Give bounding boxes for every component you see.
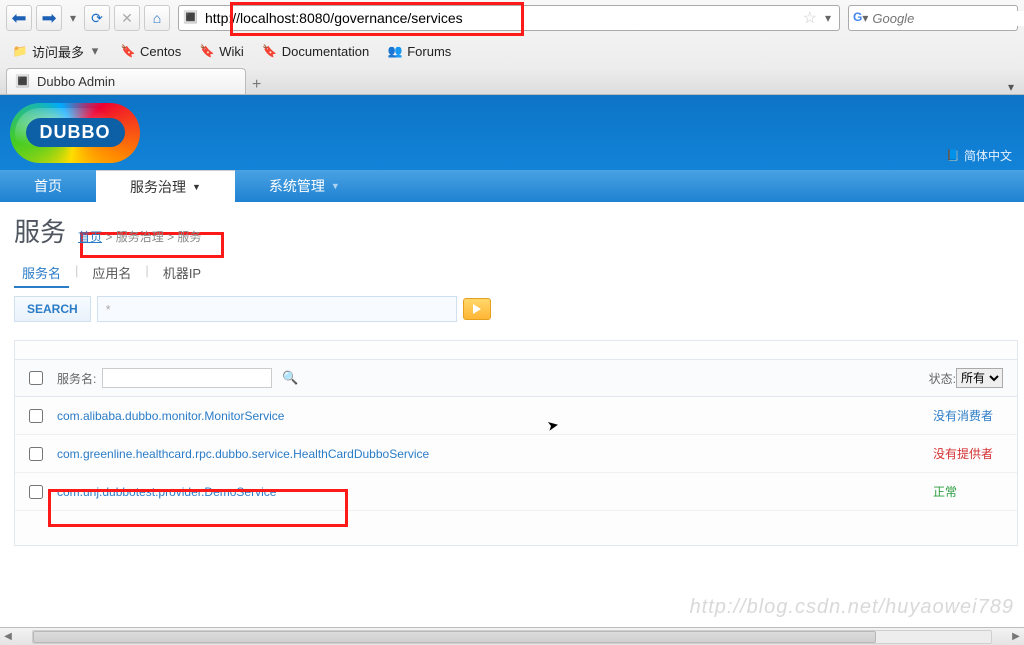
subtab-service-name[interactable]: 服务名	[14, 259, 69, 288]
service-link[interactable]: com.unj.dubbotest.provider.DemoService	[57, 485, 933, 499]
page-icon: 🔖	[120, 43, 136, 59]
service-filter-input[interactable]	[102, 368, 272, 388]
service-link[interactable]: com.alibaba.dubbo.monitor.MonitorService	[57, 409, 933, 423]
page-header: 服务 首页 > 服务治理 > 服务	[14, 212, 1024, 249]
chevron-down-icon: ▼	[331, 181, 340, 191]
select-all-checkbox[interactable]	[29, 371, 43, 385]
table-row: com.greenline.healthcard.rpc.dubbo.servi…	[15, 435, 1017, 473]
table-row: com.alibaba.dubbo.monitor.MonitorService…	[15, 397, 1017, 435]
search-icon[interactable]: 🔍	[282, 370, 298, 386]
row-checkbox[interactable]	[29, 447, 43, 461]
table-row: com.unj.dubbotest.provider.DemoService正常	[15, 473, 1017, 511]
status-badge: 正常	[933, 483, 1003, 500]
bookmark-star-icon[interactable]: ☆	[803, 8, 817, 28]
subtab-app-name[interactable]: 应用名	[84, 259, 139, 288]
browser-toolbar: ⬅ ➡ ▾ ⟳ ✕ ⌂ 🔳 ☆ ▾ G ▾ 🔍	[0, 0, 1024, 36]
col-service-name: 服务名:	[57, 370, 96, 387]
bookmark-centos[interactable]: 🔖Centos	[116, 41, 185, 61]
top-nav: 首页 服务治理▼ 系统管理▼	[0, 170, 1024, 202]
breadcrumb: 首页 > 服务治理 > 服务	[78, 228, 201, 245]
watermark-text: http://blog.csdn.net/huyaowei789	[690, 596, 1014, 619]
crumb-home[interactable]: 首页	[78, 230, 102, 244]
folder-icon: 📁	[12, 43, 28, 59]
chevron-down-icon: ▼	[192, 182, 201, 192]
crumb-gov: 服务治理	[116, 230, 164, 244]
forums-icon: 👥	[387, 43, 403, 59]
search-label: SEARCH	[14, 296, 91, 322]
nav-home[interactable]: 首页	[0, 170, 96, 202]
language-switch[interactable]: 📘 简体中文	[946, 147, 1012, 164]
status-badge: 没有提供者	[933, 445, 1003, 462]
status-filter-select[interactable]: 所有	[956, 368, 1003, 388]
scroll-thumb[interactable]	[33, 631, 876, 643]
google-icon: G	[853, 10, 862, 26]
app-banner: DUBBO 📘 简体中文	[0, 95, 1024, 170]
url-bar[interactable]: 🔳 ☆ ▾	[178, 5, 840, 31]
language-icon: 📘	[946, 149, 960, 162]
home-button[interactable]: ⌂	[144, 5, 170, 31]
new-tab-button[interactable]: +	[252, 76, 261, 94]
browser-chrome: ⬅ ➡ ▾ ⟳ ✕ ⌂ 🔳 ☆ ▾ G ▾ 🔍 📁访问最多▾ 🔖Centos 🔖…	[0, 0, 1024, 95]
logo-text: DUBBO	[26, 118, 125, 147]
browser-search-bar[interactable]: G ▾ 🔍	[848, 5, 1018, 31]
page-icon: 🔖	[199, 43, 215, 59]
scroll-right-arrow[interactable]: ▶	[1008, 631, 1024, 642]
tab-favicon: 🔳	[15, 74, 31, 90]
scroll-left-arrow[interactable]: ◀	[0, 631, 16, 642]
col-status: 状态:	[929, 370, 956, 387]
search-go-button[interactable]	[463, 298, 491, 320]
horizontal-scrollbar[interactable]: ◀ ▶	[0, 627, 1024, 645]
url-dropdown[interactable]: ▾	[821, 11, 835, 25]
browser-tabs: 🔳 Dubbo Admin + ▾	[0, 66, 1024, 94]
bookmark-documentation[interactable]: 🔖Documentation	[258, 41, 373, 61]
bookmark-forums[interactable]: 👥Forums	[383, 41, 455, 61]
page-icon: 🔖	[262, 43, 278, 59]
sub-tabs: 服务名 | 应用名 | 机器IP	[14, 259, 1024, 288]
subtab-machine-ip[interactable]: 机器IP	[155, 259, 209, 288]
page-title: 服务	[14, 212, 66, 249]
table-header: 服务名: 🔍 状态: 所有	[15, 359, 1017, 397]
nav-system[interactable]: 系统管理▼	[235, 170, 374, 202]
reload-button[interactable]: ⟳	[84, 5, 110, 31]
nav-governance[interactable]: 服务治理▼	[96, 170, 235, 202]
row-checkbox[interactable]	[29, 409, 43, 423]
history-dropdown[interactable]: ▾	[66, 11, 80, 25]
row-checkbox[interactable]	[29, 485, 43, 499]
dubbo-logo: DUBBO	[10, 103, 140, 163]
site-identity-icon: 🔳	[183, 10, 199, 26]
services-table: 服务名: 🔍 状态: 所有 com.alibaba.dubbo.monitor.…	[15, 359, 1017, 511]
crumb-current: 服务	[177, 230, 201, 244]
url-input[interactable]	[203, 8, 799, 28]
search-input[interactable]	[97, 296, 457, 322]
tab-title: Dubbo Admin	[37, 74, 115, 89]
content-area: 服务 首页 > 服务治理 > 服务 服务名 | 应用名 | 机器IP SEARC…	[0, 202, 1024, 546]
back-button[interactable]: ⬅	[6, 5, 32, 31]
bookmarks-bar: 📁访问最多▾ 🔖Centos 🔖Wiki 🔖Documentation 👥For…	[0, 36, 1024, 66]
results-panel: 服务名: 🔍 状态: 所有 com.alibaba.dubbo.monitor.…	[14, 340, 1018, 546]
forward-button[interactable]: ➡	[36, 5, 62, 31]
bookmark-most-visited[interactable]: 📁访问最多▾	[8, 40, 106, 63]
search-row: SEARCH	[14, 296, 1024, 322]
app-root: DUBBO 📘 简体中文 首页 服务治理▼ 系统管理▼ 服务 首页 > 服务治理…	[0, 95, 1024, 546]
browser-search-input[interactable]	[868, 11, 1024, 26]
tabs-overflow-button[interactable]: ▾	[1008, 80, 1014, 94]
browser-tab-active[interactable]: 🔳 Dubbo Admin	[6, 68, 246, 94]
scroll-track[interactable]	[32, 630, 992, 644]
service-link[interactable]: com.greenline.healthcard.rpc.dubbo.servi…	[57, 447, 933, 461]
stop-button[interactable]: ✕	[114, 5, 140, 31]
status-badge: 没有消费者	[933, 407, 1003, 424]
bookmark-wiki[interactable]: 🔖Wiki	[195, 41, 248, 61]
